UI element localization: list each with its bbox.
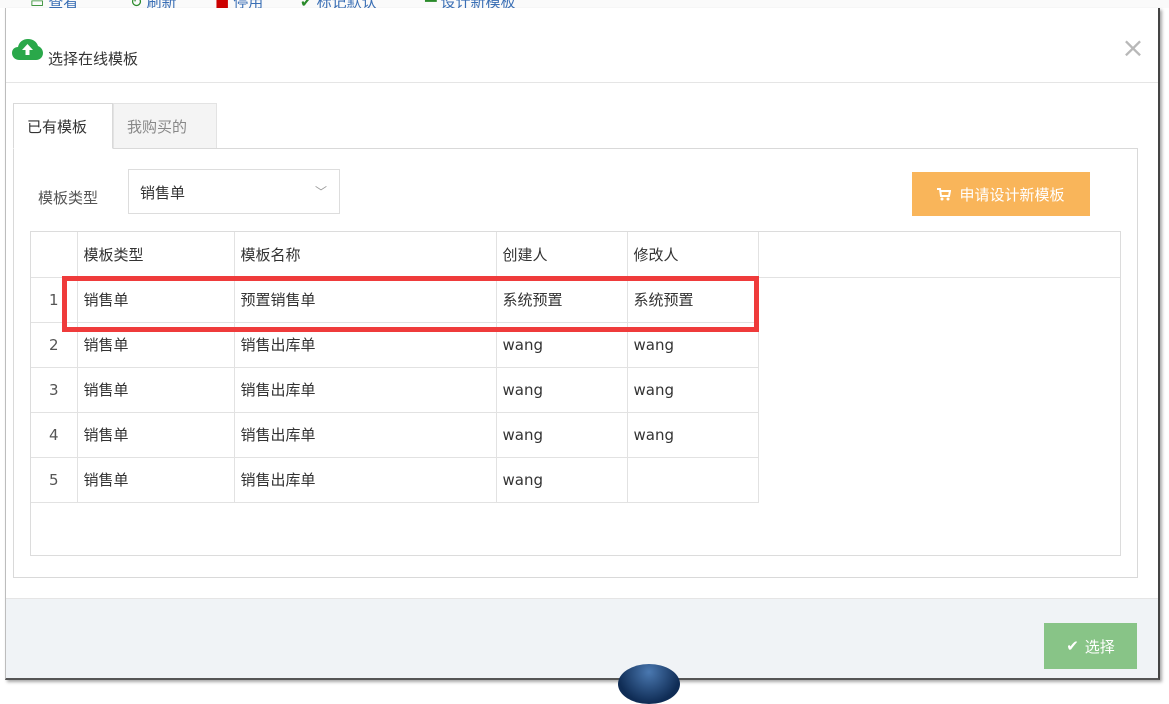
cell-creator: 系统预置 [496, 277, 628, 323]
select-button[interactable]: ✔ 选择 [1044, 623, 1137, 669]
modal-header: 选择在线模板 × [6, 8, 1158, 83]
template-picker-modal: 选择在线模板 × 已有模板 我购买的 模板类型 销售单 ﹀ 申请设计新模板 模板… [5, 8, 1160, 680]
table-row[interactable]: 2 销售单 销售出库单 wang wang [31, 322, 1120, 368]
bg-refresh-button: ↻刷新 [130, 0, 177, 8]
cell-name: 预置销售单 [234, 277, 497, 323]
apply-new-template-button[interactable]: 申请设计新模板 [912, 172, 1090, 216]
cell-name: 销售出库单 [234, 322, 497, 368]
cell-creator: wang [496, 412, 628, 458]
template-table: 模板类型 模板名称 创建人 修改人 1 销售单 预置销售单 系统预置 系统预置 [30, 231, 1121, 556]
cell-modifier [627, 457, 759, 503]
cell-name: 销售出库单 [234, 367, 497, 413]
stop-icon: ■ [215, 0, 229, 8]
table-row[interactable]: 5 销售单 销售出库单 wang [31, 457, 1120, 503]
template-type-value: 销售单 [140, 184, 186, 202]
template-type-label: 模板类型 [38, 189, 99, 207]
cell-creator: wang [496, 367, 628, 413]
cell-type: 销售单 [77, 457, 235, 503]
bg-view-button: ▭查看 [30, 0, 78, 8]
modal-footer: ✔ 选择 [6, 598, 1158, 678]
cell-type: 销售单 [77, 322, 235, 368]
table-row[interactable]: 3 销售单 销售出库单 wang wang [31, 367, 1120, 413]
cell-modifier: 系统预置 [627, 277, 759, 323]
cell-type: 销售单 [77, 277, 235, 323]
check-icon: ✔ [300, 0, 313, 8]
cart-icon: ▀ [425, 0, 437, 8]
eye-icon: ▭ [30, 0, 44, 8]
template-type-select[interactable]: 销售单 ﹀ [128, 169, 340, 214]
row-number: 1 [31, 277, 78, 323]
column-header-creator[interactable]: 创建人 [496, 232, 628, 278]
apply-new-template-label: 申请设计新模板 [959, 186, 1065, 204]
refresh-icon: ↻ [130, 0, 143, 8]
cell-creator: wang [496, 457, 628, 503]
cell-type: 销售单 [77, 367, 235, 413]
cell-modifier: wang [627, 412, 759, 458]
table-header-row: 模板类型 模板名称 创建人 修改人 [31, 232, 1120, 278]
column-header-type[interactable]: 模板类型 [77, 232, 235, 278]
tab-existing-templates[interactable]: 已有模板 [13, 103, 113, 149]
cell-name: 销售出库单 [234, 412, 497, 458]
bg-design-button: ▀设计新模板 [425, 0, 516, 8]
cart-icon [937, 187, 952, 200]
bg-disable-button: ■停用 [215, 0, 263, 8]
row-number: 5 [31, 457, 78, 503]
cell-type: 销售单 [77, 412, 235, 458]
cell-modifier: wang [627, 367, 759, 413]
bg-mark-default-button: ✔标记默认 [300, 0, 377, 8]
cell-name: 销售出库单 [234, 457, 497, 503]
row-number: 3 [31, 367, 78, 413]
check-icon: ✔ [1066, 638, 1079, 655]
tab-purchased-templates[interactable]: 我购买的 [113, 103, 217, 149]
close-icon[interactable]: × [1120, 34, 1146, 62]
column-header-name[interactable]: 模板名称 [234, 232, 497, 278]
column-header-filler [758, 232, 1120, 278]
table-row[interactable]: 1 销售单 预置销售单 系统预置 系统预置 [31, 277, 1120, 323]
taskbar-orb [618, 664, 680, 704]
cell-creator: wang [496, 322, 628, 368]
select-button-label: 选择 [1084, 638, 1115, 656]
cell-modifier: wang [627, 322, 759, 368]
background-toolbar: ▭查看 ↻刷新 ■停用 ✔标记默认 ▀设计新模板 [0, 0, 1169, 8]
cloud-upload-icon [12, 39, 43, 60]
row-number: 4 [31, 412, 78, 458]
row-number: 2 [31, 322, 78, 368]
modal-title: 选择在线模板 [48, 50, 139, 68]
column-header-modifier[interactable]: 修改人 [627, 232, 759, 278]
row-number-header [31, 232, 78, 278]
chevron-down-icon: ﹀ [314, 185, 327, 199]
table-row[interactable]: 4 销售单 销售出库单 wang wang [31, 412, 1120, 458]
tab-panel-existing: 模板类型 销售单 ﹀ 申请设计新模板 模板类型 模板名称 创建人 修改人 1 销… [13, 148, 1138, 578]
